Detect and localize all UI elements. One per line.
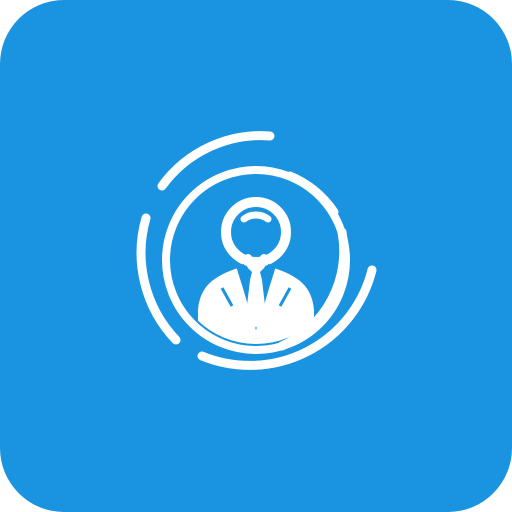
businessman-search-icon [136,131,377,370]
app-icon-tile[interactable] [0,0,512,512]
magnifier-glint [240,211,272,223]
magnifier-lens [221,197,291,267]
businessman-body [198,262,314,344]
